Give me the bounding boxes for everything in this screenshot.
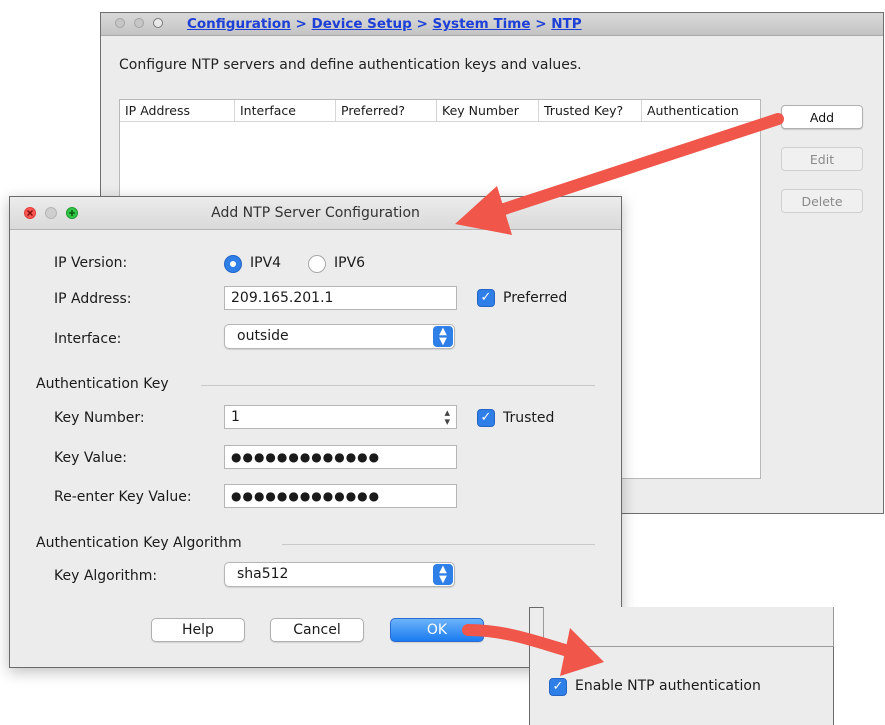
interface-select-value: outside	[237, 328, 289, 344]
breadcrumb-separator: >	[295, 16, 307, 32]
ipv6-radio-label[interactable]: IPV6	[334, 255, 365, 271]
inset-table-fragment	[543, 607, 834, 647]
key-algorithm-label: Key Algorithm:	[54, 568, 158, 584]
preferred-label[interactable]: Preferred	[503, 290, 567, 306]
breadcrumb-ntp[interactable]: NTP	[551, 16, 581, 32]
table-header: IP Address Interface Preferred? Key Numb…	[120, 100, 760, 122]
key-number-value: 1	[231, 409, 240, 425]
breadcrumb-configuration[interactable]: Configuration	[187, 16, 291, 32]
window-close-icon[interactable]	[115, 18, 125, 28]
key-number-stepper[interactable]: 1 ▴ ▾	[224, 405, 457, 429]
page-description: Configure NTP servers and define authent…	[119, 57, 582, 73]
column-header-interface[interactable]: Interface	[235, 100, 336, 121]
enable-ntp-auth-label[interactable]: Enable NTP authentication	[575, 678, 761, 694]
auth-key-section-heading: Authentication Key	[36, 376, 169, 392]
reenter-key-value-label: Re-enter Key Value:	[54, 489, 192, 505]
edit-button[interactable]: Edit	[781, 147, 863, 171]
ip-version-label: IP Version:	[54, 255, 128, 271]
interface-select[interactable]: outside ▲ ▼	[224, 324, 455, 349]
key-algorithm-value: sha512	[237, 566, 289, 582]
column-header-ip-address[interactable]: IP Address	[120, 100, 235, 121]
ip-address-label: IP Address:	[54, 291, 132, 307]
column-header-preferred[interactable]: Preferred?	[336, 100, 437, 121]
cancel-button[interactable]: Cancel	[270, 618, 364, 642]
section-divider	[282, 544, 595, 545]
breadcrumb-device-setup[interactable]: Device Setup	[312, 16, 412, 32]
ok-button[interactable]: OK	[390, 618, 484, 642]
breadcrumb-separator: >	[535, 16, 547, 32]
breadcrumb: Configuration > Device Setup > System Ti…	[187, 16, 582, 32]
breadcrumb-system-time[interactable]: System Time	[433, 16, 531, 32]
trusted-label[interactable]: Trusted	[503, 410, 554, 426]
preferred-checkbox[interactable]: ✓	[477, 289, 495, 307]
window-minimize-icon[interactable]	[134, 18, 144, 28]
key-algorithm-select[interactable]: sha512 ▲ ▼	[224, 562, 455, 587]
dialog-titlebar: Add NTP Server Configuration	[10, 197, 621, 230]
reenter-key-value-input[interactable]: ●●●●●●●●●●●●●	[224, 484, 457, 508]
add-button[interactable]: Add	[781, 105, 863, 129]
column-header-trusted-key[interactable]: Trusted Key?	[539, 100, 642, 121]
ipv4-radio[interactable]	[224, 255, 242, 273]
ipv4-radio-label[interactable]: IPV4	[250, 255, 281, 271]
trusted-checkbox[interactable]: ✓	[477, 409, 495, 427]
key-value-label: Key Value:	[54, 450, 127, 466]
ip-address-input[interactable]: 209.165.201.1	[224, 286, 457, 310]
key-number-label: Key Number:	[54, 410, 145, 426]
interface-label: Interface:	[54, 331, 122, 347]
ipv6-radio[interactable]	[308, 255, 326, 273]
stepper-arrows-icon[interactable]: ▴ ▾	[444, 407, 450, 427]
dialog-title: Add NTP Server Configuration	[211, 205, 420, 221]
ntp-auth-panel: ✓ Enable NTP authentication	[529, 607, 834, 725]
auth-algorithm-section-heading: Authentication Key Algorithm	[36, 535, 242, 551]
column-header-authentication[interactable]: Authentication	[642, 100, 760, 121]
window-zoom-icon[interactable]	[153, 18, 163, 28]
breadcrumb-separator: >	[416, 16, 428, 32]
help-button[interactable]: Help	[151, 618, 245, 642]
add-ntp-server-dialog: Add NTP Server Configuration IP Version:…	[9, 196, 622, 668]
config-titlebar: Configuration > Device Setup > System Ti…	[101, 13, 883, 36]
delete-button[interactable]: Delete	[781, 189, 863, 213]
key-value-input[interactable]: ●●●●●●●●●●●●●	[224, 445, 457, 469]
section-divider	[201, 385, 595, 386]
chevron-updown-icon: ▲ ▼	[433, 564, 453, 585]
chevron-updown-icon: ▲ ▼	[433, 326, 453, 347]
enable-ntp-auth-checkbox[interactable]: ✓	[549, 678, 567, 696]
column-header-key-number[interactable]: Key Number	[437, 100, 539, 121]
